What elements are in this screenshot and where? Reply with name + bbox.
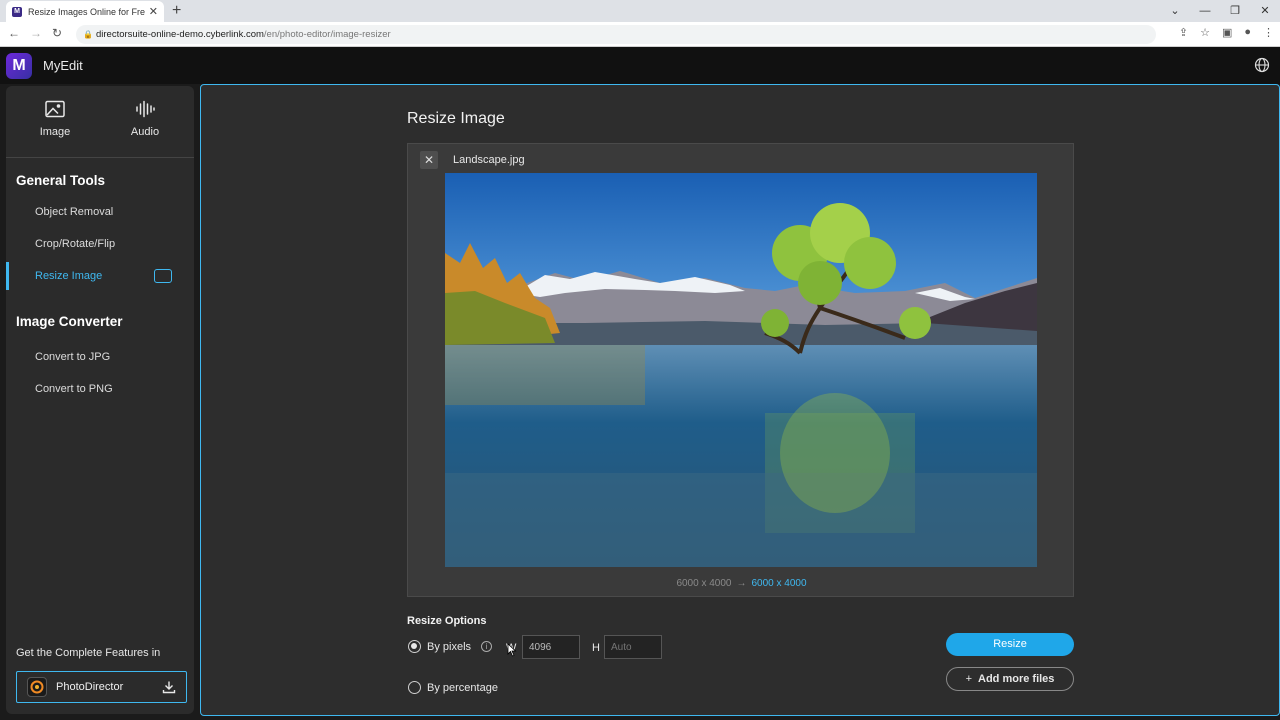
favicon-icon: M <box>12 6 22 17</box>
by-percentage-radio[interactable] <box>408 681 421 694</box>
category-image[interactable]: Image <box>20 100 90 138</box>
landscape-photo <box>445 173 1037 567</box>
url-path: /en/photo-editor/image-resizer <box>263 29 391 40</box>
mouse-cursor-icon <box>507 643 517 657</box>
resize-badge-icon <box>154 269 172 283</box>
sidebar-item-resize-image[interactable]: Resize Image <box>6 262 194 290</box>
sidebar: Image Audio General Tools Object Removal… <box>6 86 194 714</box>
sidebar-item-convert-to-png[interactable]: Convert to PNG <box>6 375 194 403</box>
back-icon[interactable]: ← <box>8 26 20 40</box>
app-header: M MyEdit <box>0 47 1280 84</box>
height-field[interactable] <box>604 635 662 659</box>
height-label: H <box>592 642 600 654</box>
resize-button[interactable]: Resize <box>946 633 1074 656</box>
file-name: Landscape.jpg <box>453 154 525 166</box>
image-preview-card: ✕ Landscape.jpg 6000 x 4000 → 6000 x 400… <box>407 143 1074 597</box>
tab-close-icon[interactable]: ✕ <box>149 5 158 18</box>
browser-tab[interactable]: M Resize Images Online for Free - P ✕ <box>6 1 164 22</box>
profile-icon[interactable]: ● <box>1244 26 1251 39</box>
sidebar-item-object-removal[interactable]: Object Removal <box>6 198 194 226</box>
width-field[interactable] <box>522 635 580 659</box>
address-bar-icons: ⇪ ☆ ▣ ● ⋮ <box>1179 26 1274 39</box>
audio-waveform-icon <box>136 100 155 118</box>
restore-icon[interactable]: ❐ <box>1220 0 1250 22</box>
promo-text: Get the Complete Features in <box>16 647 161 659</box>
category-audio[interactable]: Audio <box>110 100 180 138</box>
address-bar-row: ← → ↻ 🔒 directorsuite-online-demo.cyberl… <box>0 22 1280 47</box>
sidebar-item-convert-to-jpg[interactable]: Convert to JPG <box>6 343 194 371</box>
original-size: 6000 x 4000 <box>676 578 732 589</box>
app-name: MyEdit <box>43 58 83 73</box>
minimize-icon[interactable]: — <box>1190 0 1220 22</box>
by-pixels-radio[interactable] <box>408 640 421 653</box>
add-more-files-button[interactable]: + Add more files <box>946 667 1074 691</box>
add-files-label: Add more files <box>978 673 1055 685</box>
new-tab-icon[interactable]: + <box>172 2 181 20</box>
sidebar-item-label: Resize Image <box>35 270 103 282</box>
tab-search-icon[interactable]: ⌄ <box>1160 0 1190 22</box>
reload-icon[interactable]: ↻ <box>52 26 62 40</box>
category-label: Image <box>39 126 71 138</box>
info-icon[interactable]: i <box>481 641 492 652</box>
plus-icon: + <box>965 673 973 685</box>
page-title: Resize Image <box>407 110 505 127</box>
by-pixels-label: By pixels <box>427 641 472 653</box>
sidebar-item-crop-rotate-flip[interactable]: Crop/Rotate/Flip <box>6 230 194 258</box>
lock-icon: 🔒 <box>83 30 93 39</box>
side-panel-icon[interactable]: ▣ <box>1222 26 1232 39</box>
tab-title: Resize Images Online for Free - P <box>28 6 145 17</box>
new-size: 6000 x 4000 <box>751 578 807 589</box>
window-controls: ⌄ — ❐ ✕ <box>1160 0 1280 22</box>
url-host: directorsuite-online-demo.cyberlink.com <box>96 29 264 40</box>
share-icon[interactable]: ⇪ <box>1179 26 1188 39</box>
photodirector-logo-icon <box>27 677 47 697</box>
category-label: Audio <box>130 126 160 138</box>
browser-tab-bar: M Resize Images Online for Free - P ✕ + … <box>0 0 1280 22</box>
forward-icon[interactable]: → <box>30 26 42 40</box>
photodirector-download-button[interactable]: PhotoDirector <box>16 671 187 703</box>
section-heading-image-converter: Image Converter <box>16 314 123 329</box>
image-icon <box>45 100 65 118</box>
section-heading-general-tools: General Tools <box>16 173 106 188</box>
browser-menu-icon[interactable]: ⋮ <box>1263 26 1274 39</box>
resize-options-title: Resize Options <box>407 615 487 627</box>
size-comparison: 6000 x 4000 → 6000 x 4000 <box>408 578 1075 589</box>
by-percentage-label: By percentage <box>427 682 498 694</box>
bookmark-star-icon[interactable]: ☆ <box>1200 26 1210 39</box>
close-window-icon[interactable]: ✕ <box>1250 0 1280 22</box>
promo-product-name: PhotoDirector <box>56 681 124 693</box>
myedit-logo[interactable]: M <box>6 53 32 79</box>
url-field[interactable]: 🔒 directorsuite-online-demo.cyberlink.co… <box>76 25 1156 44</box>
download-icon <box>162 681 176 694</box>
close-icon[interactable]: ✕ <box>420 151 438 169</box>
main-panel: Resize Image ✕ Landscape.jpg 6000 x 4000… <box>200 84 1280 716</box>
arrow-right-icon: → <box>736 578 747 589</box>
globe-icon[interactable] <box>1254 57 1270 73</box>
category-row: Image Audio <box>6 86 194 158</box>
